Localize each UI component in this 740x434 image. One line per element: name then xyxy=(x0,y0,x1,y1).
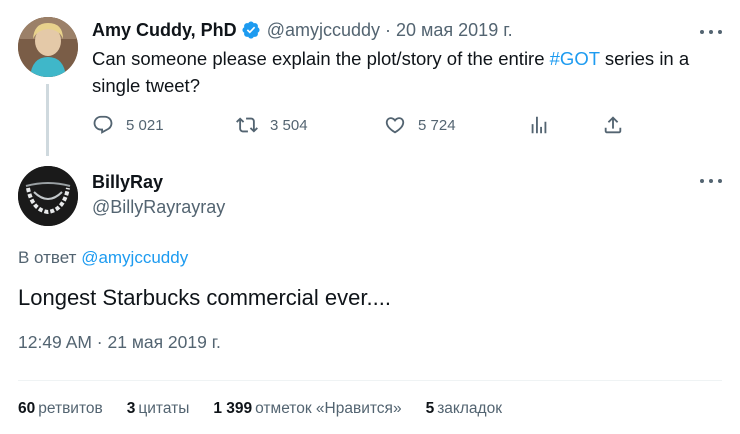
views-button[interactable] xyxy=(528,112,550,138)
stat-quotes[interactable]: 3 цитаты xyxy=(127,400,190,418)
stat-likes[interactable]: 1 399 отметок «Нравится» xyxy=(213,400,401,418)
reply-button[interactable]: 5 021 xyxy=(92,112,164,138)
retweet-icon xyxy=(236,117,258,133)
hashtag-link[interactable]: #GOT xyxy=(550,48,600,69)
thread-line xyxy=(46,84,49,156)
reply-text: Longest Starbucks commercial ever.... xyxy=(18,285,391,310)
reply-author-name[interactable]: BillyRay xyxy=(92,172,163,193)
reply-icon xyxy=(93,115,113,134)
like-count: 5 724 xyxy=(418,116,456,134)
stat-number: 1 399 xyxy=(213,400,253,417)
tweet-header: Amy Cuddy, PhD @amyjccuddy · 20 мая 2019… xyxy=(92,18,513,42)
reply-count: 5 021 xyxy=(126,116,164,134)
stat-number: 5 xyxy=(425,400,435,417)
author-handle[interactable]: @amyjccuddy xyxy=(267,20,380,41)
like-icon xyxy=(385,117,405,134)
stat-label: закладок xyxy=(437,400,502,417)
avatar-amy-cuddy[interactable] xyxy=(18,17,78,77)
tweet-date[interactable]: 20 мая 2019 г. xyxy=(396,20,513,41)
reply-context: В ответ @amyjccuddy xyxy=(18,248,188,268)
stat-number: 3 xyxy=(126,400,136,417)
tweet-actions: 5 021 3 504 5 724 xyxy=(92,112,632,138)
stat-bookmarks[interactable]: 5 закладок xyxy=(426,400,502,418)
stat-label: отметок «Нравится» xyxy=(255,400,402,417)
tweet-text-start: Can someone please explain the plot/stor… xyxy=(92,48,550,69)
reply-author-handle[interactable]: @BillyRayrayray xyxy=(92,197,225,218)
stat-retweets[interactable]: 60 ретвитов xyxy=(18,400,103,418)
tweet-text: Can someone please explain the plot/stor… xyxy=(92,45,722,99)
views-icon xyxy=(531,116,547,134)
author-name[interactable]: Amy Cuddy, PhD xyxy=(92,20,237,41)
more-icon[interactable] xyxy=(700,27,722,37)
retweet-button[interactable]: 3 504 xyxy=(236,112,308,138)
divider xyxy=(18,380,722,381)
reply-timestamp[interactable]: 12:49 AM · 21 мая 2019 г. xyxy=(18,332,221,353)
more-icon[interactable] xyxy=(700,176,722,186)
like-button[interactable]: 5 724 xyxy=(384,112,456,138)
reply-prefix: В ответ xyxy=(18,248,77,267)
verified-badge-icon xyxy=(241,20,261,40)
reply-mention-link[interactable]: @amyjccuddy xyxy=(81,248,188,267)
stat-label: ретвитов xyxy=(38,400,103,417)
avatar-image xyxy=(18,166,78,226)
stat-label: цитаты xyxy=(138,400,190,417)
avatar-billyray[interactable] xyxy=(18,166,78,226)
share-icon xyxy=(604,116,622,134)
engagement-stats: 60 ретвитов 3 цитаты 1 399 отметок «Нравитс… xyxy=(18,400,526,418)
share-button[interactable] xyxy=(602,112,624,138)
avatar-image xyxy=(18,17,78,77)
stat-number: 60 xyxy=(18,400,36,417)
retweet-count: 3 504 xyxy=(270,116,308,134)
separator-dot: · xyxy=(385,19,391,40)
